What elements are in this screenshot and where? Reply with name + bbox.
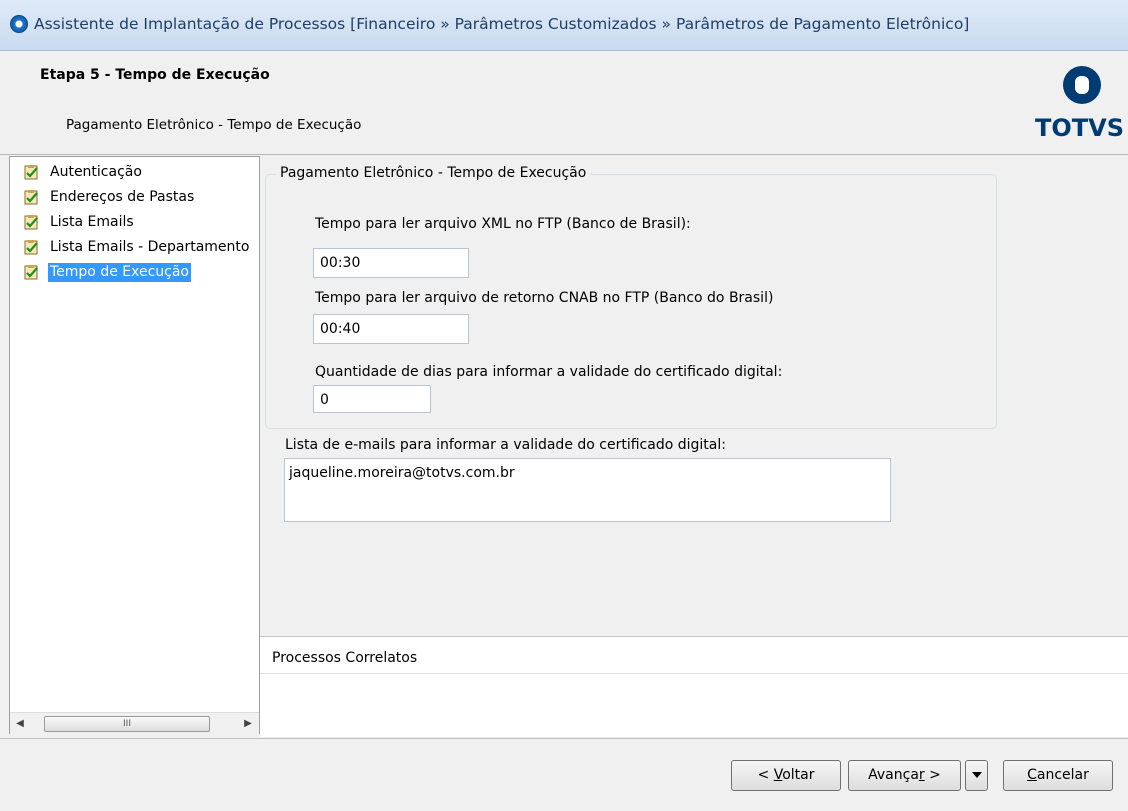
steps-tree[interactable]: Autenticação Endereços de Pastas Lista E… [9,156,260,734]
app-icon [10,15,28,33]
checked-clipboard-icon [24,265,38,280]
next-dropdown-button[interactable] [965,760,988,791]
back-button-label-rest: oltar [782,767,815,783]
group-title: Pagamento Eletrônico - Tempo de Execução [276,165,591,181]
next-button-label-prefix: Avança [868,767,919,783]
tree-item-label: Endereços de Pastas [50,189,195,205]
emails-label: Lista de e-mails para informar a validad… [285,437,726,453]
next-button-label-rest: > [924,767,941,783]
step-title: Etapa 5 - Tempo de Execução [40,67,270,83]
cancel-button-accelerator: C [1027,767,1037,783]
cancel-button-label-rest: ancelar [1036,767,1089,783]
cnab-time-label: Tempo para ler arquivo de retorno CNAB n… [315,290,774,306]
totvs-logo-icon [1063,66,1101,104]
certificate-days-input[interactable]: 0 [313,385,431,413]
back-button-accelerator: V [773,767,783,783]
totvs-logo-text: TOTVS [1035,114,1125,142]
tree-item-label: Lista Emails - Departamento [50,239,250,255]
next-button[interactable]: Avançar > [848,760,961,791]
emails-input[interactable]: jaqueline.moreira@totvs.com.br [284,458,891,522]
scroll-left-arrow-icon[interactable]: ◀ [10,713,30,734]
checked-clipboard-icon [24,190,38,205]
window-title: Assistente de Implantação de Processos [… [34,15,970,33]
tree-item-label: Lista Emails [50,214,134,230]
tree-item-label: Tempo de Execução [48,263,192,282]
xml-time-label: Tempo para ler arquivo XML no FTP (Banco… [315,216,691,232]
checked-clipboard-icon [24,215,38,230]
tree-item-label: Autenticação [50,164,142,180]
xml-time-input[interactable]: 00:30 [313,248,469,278]
certificate-days-label: Quantidade de dias para informar a valid… [315,364,783,380]
scroll-right-arrow-icon[interactable]: ▶ [238,713,258,734]
cancel-button[interactable]: Cancelar [1003,760,1113,791]
checked-clipboard-icon [24,240,38,255]
step-subtitle: Pagamento Eletrônico - Tempo de Execução [66,117,362,133]
back-button[interactable]: < Voltar [731,760,841,791]
checked-clipboard-icon [24,165,38,180]
related-processes-title: Processos Correlatos [272,650,418,666]
back-button-label-prefix: < [757,767,774,783]
dropdown-arrow-icon [971,772,982,778]
cnab-time-input[interactable]: 00:40 [313,314,469,344]
tree-horizontal-scrollbar[interactable]: ◀ III ▶ [10,712,259,734]
scroll-thumb[interactable]: III [44,716,210,732]
